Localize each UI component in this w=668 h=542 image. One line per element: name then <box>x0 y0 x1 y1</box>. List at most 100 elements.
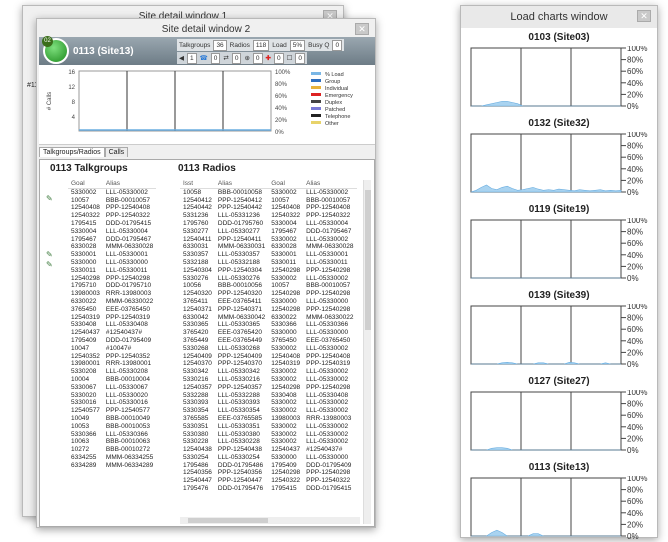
table-row[interactable]: 5330016 LLL-05330016 <box>68 399 156 407</box>
table-row[interactable]: 12540437 #12540437# <box>68 329 156 337</box>
table-row[interactable]: 5330020 LLL-05330020 <box>68 392 156 400</box>
table-row[interactable]: 5330351 LLL-05330351 5330002 LLL-05330002 <box>180 423 357 431</box>
table-row[interactable]: 12540438 PPP-12540438 12540437 #12540437# <box>180 446 357 454</box>
table-row[interactable]: 6334289 MMM-06334289 <box>68 462 156 470</box>
table-row[interactable]: 5330342 LLL-05330342 5330002 LLL-05330002 <box>180 368 357 376</box>
table-row[interactable]: 5330002 LLL-05330002 <box>68 188 156 196</box>
table-row[interactable]: 5330067 LLL-05330067 <box>68 384 156 392</box>
table-row[interactable]: 5330380 LLL-05330380 5330002 LLL-05330002 <box>180 431 357 439</box>
speaker-icon[interactable]: ◀ <box>179 54 184 62</box>
table-row[interactable]: 1795467 DDD-01795467 <box>68 236 156 244</box>
table-row[interactable]: 10049 BBB-00010049 <box>68 415 156 423</box>
table-row[interactable]: 12540304 PPP-12540304 12540298 PPP-12540298 <box>180 267 357 275</box>
table-row[interactable]: 5330393 LLL-05330393 5330002 LLL-05330002 <box>180 399 357 407</box>
window-2-titlebar[interactable]: Site detail window 2 ✕ <box>37 19 375 39</box>
table-row[interactable]: 12540371 PPP-12540371 12540298 PPP-12540298 <box>180 306 357 314</box>
table-row[interactable]: 10058 BBB-00010058 5330002 LLL-05330002 <box>180 188 357 196</box>
table-row[interactable]: 5330001 LLL-05330001 <box>68 251 156 259</box>
table-row[interactable]: 12540447 PPP-12540447 12540322 PPP-12540322 <box>180 477 357 485</box>
table-row[interactable]: 1795409 DDD-01795409 <box>68 337 156 345</box>
column-header[interactable]: Goal <box>268 180 304 189</box>
table-row[interactable]: 13980003 RRR-13980003 <box>68 290 156 298</box>
scroll-thumb[interactable] <box>365 190 371 330</box>
table-row[interactable]: 6330022 MMM-06330022 <box>68 298 156 306</box>
table-row[interactable]: 10053 BBB-00010053 <box>68 423 156 431</box>
table-row[interactable]: 1795710 DDD-01795710 <box>68 282 156 290</box>
tab-talkgroups-radios[interactable]: Talkgroups/Radios <box>39 147 105 157</box>
table-row[interactable]: 13980001 RRR-13980001 <box>68 360 156 368</box>
pencil-icon[interactable]: ✎ <box>46 194 53 203</box>
table-row[interactable]: 12540370 PPP-12540370 12540319 PPP-12540319 <box>180 360 357 368</box>
table-row[interactable]: 5330365 LLL-05330365 5330366 LLL-05330366 <box>180 321 357 329</box>
table-row[interactable]: 5330268 LLL-05330268 5330002 LLL-05330002 <box>180 345 357 353</box>
other-icon[interactable]: ☐ <box>287 54 293 62</box>
radios-horizontal-scrollbar[interactable] <box>180 517 360 524</box>
duplex-icon[interactable]: ⇄ <box>223 54 228 62</box>
table-row[interactable]: 3765420 EEE-03765420 5330000 LLL-05330000 <box>180 329 357 337</box>
table-row[interactable]: 6330042 MMM-06330042 6330022 MMM-06330022 <box>180 314 357 322</box>
table-row[interactable]: 5330366 LLL-05330366 <box>68 431 156 439</box>
load-charts-titlebar[interactable]: Load charts window ✕ <box>461 6 657 28</box>
table-row[interactable]: 10272 BBB-00010272 <box>68 446 156 454</box>
window-2-close-icon[interactable]: ✕ <box>355 23 369 35</box>
column-header[interactable]: Alias <box>303 180 357 189</box>
radios-vertical-scrollbar[interactable] <box>363 180 371 524</box>
table-row[interactable]: 5330216 LLL-05330216 5330002 LLL-05330002 <box>180 376 357 384</box>
table-row[interactable]: 5330228 LLL-05330228 5330002 LLL-05330002 <box>180 438 357 446</box>
table-row[interactable]: 10057 BBB-00010057 <box>68 197 156 205</box>
scroll-thumb[interactable] <box>188 518 268 523</box>
table-row[interactable]: 3765585 EEE-03765585 13980003 RRR-13980003 <box>180 415 357 423</box>
tab-calls[interactable]: Calls <box>104 147 129 157</box>
table-row[interactable]: 10004 BBB-00010004 <box>68 376 156 384</box>
table-row[interactable]: 12540298 PPP-12540298 <box>68 275 156 283</box>
table-row[interactable]: 12540322 PPP-12540322 <box>68 212 156 220</box>
table-row[interactable]: 3765450 EEE-03765450 <box>68 306 156 314</box>
pencil-icon[interactable]: ✎ <box>46 260 53 269</box>
column-header[interactable]: Isst <box>180 180 215 189</box>
table-row[interactable]: 5332188 LLL-05332188 5330011 LLL-05330011 <box>180 259 357 267</box>
table-row[interactable]: 5330354 LLL-05330354 5330002 LLL-05330002 <box>180 407 357 415</box>
table-row[interactable]: 3765411 EEE-03765411 5330000 LLL-05330000 <box>180 298 357 306</box>
table-row[interactable]: 5330011 LLL-05330011 <box>68 267 156 275</box>
table-row[interactable]: 10056 BBB-00010056 10057 BBB-00010057 <box>180 282 357 290</box>
column-header[interactable]: Alias <box>102 180 157 189</box>
table-row[interactable]: 1795476 DDD-01795476 1795415 DDD-01795415 <box>180 485 357 493</box>
table-row[interactable]: 5330357 LLL-05330357 5330001 LLL-05330001 <box>180 251 357 259</box>
table-row[interactable]: 5330254 LLL-05330254 5330000 LLL-05330000 <box>180 454 357 462</box>
table-row[interactable]: 12540409 PPP-12540409 12540408 PPP-12540408 <box>180 353 357 361</box>
table-row[interactable]: 5330408 LLL-05330408 <box>68 321 156 329</box>
table-row[interactable]: 3765449 EEE-03765449 3765450 EEE-03765450 <box>180 337 357 345</box>
column-header[interactable]: Alias <box>214 180 269 189</box>
table-row[interactable]: 6334255 MMM-06334255 <box>68 454 156 462</box>
table-row[interactable]: 12540356 PPP-12540356 12540298 PPP-12540298 <box>180 469 357 477</box>
table-row[interactable]: 12540320 PPP-12540320 12540298 PPP-12540298 <box>180 290 357 298</box>
call-type-toolbar[interactable]: ◀ 1 ☎ 0 ⇄ 0 ⊕ 0 ✚ 0 ☐ 0 <box>177 52 308 64</box>
column-header[interactable]: Goal <box>68 180 103 189</box>
table-row[interactable]: 1795486 DDD-01795486 1795409 DDD-01795409 <box>180 462 357 470</box>
pencil-icon[interactable]: ✎ <box>46 250 53 259</box>
table-row[interactable]: 5331236 LLL-05331236 12540322 PPP-12540322 <box>180 212 357 220</box>
table-row[interactable]: 12540408 PPP-12540408 <box>68 204 156 212</box>
table-row[interactable]: 12540577 PPP-12540577 <box>68 407 156 415</box>
table-row[interactable]: 1795415 DDD-01795415 <box>68 220 156 228</box>
table-row[interactable]: 10063 BBB-00010063 <box>68 438 156 446</box>
table-row[interactable]: 12540411 PPP-12540411 5330002 LLL-05330002 <box>180 236 357 244</box>
table-row[interactable]: 1795760 DDD-01795760 5330004 LLL-05330004 <box>180 220 357 228</box>
table-row[interactable]: 12540352 PPP-12540352 <box>68 353 156 361</box>
table-row[interactable]: 12540412 PPP-12540412 10057 BBB-00010057 <box>180 197 357 205</box>
table-row[interactable]: 5330000 LLL-05330000 <box>68 259 156 267</box>
patch-icon[interactable]: ⊕ <box>244 54 249 62</box>
table-row[interactable]: 12540319 PPP-12540319 <box>68 314 156 322</box>
table-row[interactable]: 5332288 LLL-05332288 5330408 LLL-05330408 <box>180 392 357 400</box>
table-row[interactable]: 5330208 LLL-05330208 <box>68 368 156 376</box>
table-row[interactable]: 5330276 LLL-05330276 5330002 LLL-05330002 <box>180 275 357 283</box>
table-row[interactable]: 6330028 MMM-06330028 <box>68 243 156 251</box>
emergency-icon[interactable]: ✚ <box>266 54 271 62</box>
table-row[interactable]: 5330277 LLL-05330277 1795467 DDD-01795467 <box>180 228 357 236</box>
table-row[interactable]: 5330004 LLL-05330004 <box>68 228 156 236</box>
table-row[interactable]: 6330031 MMM-06330031 6330028 MMM-06330028 <box>180 243 357 251</box>
table-row[interactable]: 12540357 PPP-12540357 12540298 PPP-12540298 <box>180 384 357 392</box>
table-row[interactable]: 10047 #10047# <box>68 345 156 353</box>
phone-icon[interactable]: ☎ <box>200 54 208 62</box>
table-row[interactable]: 12540442 PPP-12540442 12540408 PPP-12540408 <box>180 204 357 212</box>
